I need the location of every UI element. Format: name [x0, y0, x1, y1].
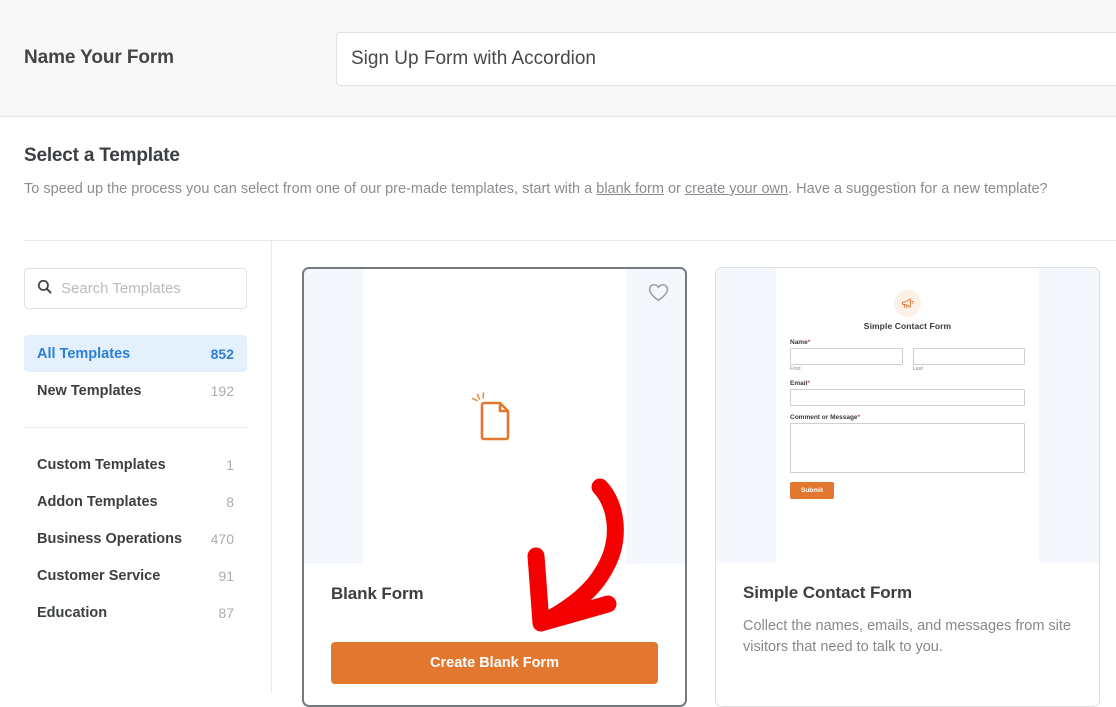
preview-message-textarea[interactable] [790, 423, 1025, 473]
form-name-input[interactable] [336, 32, 1116, 86]
card-preview-simple-contact-form: Simple Contact Form Name* First Last [716, 268, 1099, 563]
sidebar-item-count: 8 [226, 494, 234, 510]
preview-name-row: First Last [790, 348, 1025, 372]
preview-first-name-field[interactable] [790, 348, 903, 365]
card-title: Blank Form [331, 584, 658, 604]
preview-message-required: * [858, 414, 861, 421]
desc-text-1: To speed up the process you can select f… [24, 181, 596, 197]
sidebar-item-addon-templates[interactable]: Addon Templates 8 [24, 483, 247, 520]
sidebar-item-count: 87 [218, 605, 234, 621]
blank-form-sheet [363, 269, 626, 564]
desc-text-2: or [664, 181, 685, 197]
sidebar-item-label: Customer Service [37, 568, 160, 584]
preview-name-label: Name* [790, 339, 1025, 346]
sidebar-item-education[interactable]: Education 87 [24, 594, 247, 631]
search-templates-box[interactable] [24, 268, 247, 309]
contact-form-sheet: Simple Contact Form Name* First Last [776, 268, 1039, 563]
sidebar-item-count: 1 [226, 457, 234, 473]
create-your-own-link[interactable]: create your own [685, 181, 788, 197]
sidebar-item-label: All Templates [37, 346, 130, 362]
card-title: Simple Contact Form [743, 583, 1072, 603]
preview-email-label: Email* [790, 380, 1025, 387]
preview-last-sublabel: Last [913, 366, 1026, 372]
sidebar-item-label: Addon Templates [37, 494, 158, 510]
sidebar-item-label: Education [37, 605, 107, 621]
sidebar-item-label: Business Operations [37, 531, 182, 547]
blank-document-icon [464, 383, 526, 450]
sidebar-item-all-templates[interactable]: All Templates 852 [24, 335, 247, 372]
preview-submit-button[interactable]: Submit [790, 482, 834, 499]
sidebar-item-business-operations[interactable]: Business Operations 470 [24, 520, 247, 557]
preview-email-text: Email [790, 380, 807, 387]
sidebar-item-custom-templates[interactable]: Custom Templates 1 [24, 446, 247, 483]
search-input[interactable] [61, 280, 260, 297]
heart-outline-icon[interactable] [648, 283, 669, 302]
sidebar-divider [24, 427, 247, 428]
sidebar-item-new-templates[interactable]: New Templates 192 [24, 372, 247, 409]
desc-text-3: . Have a suggestion for a new template? [788, 181, 1048, 197]
template-card-simple-contact-form[interactable]: Simple Contact Form Name* First Last [715, 267, 1100, 707]
card-body-blank-form: Blank Form [304, 564, 685, 604]
sidebar-item-label: Custom Templates [37, 457, 166, 473]
preview-email-required: * [807, 380, 810, 387]
page-title: Select a Template [24, 145, 1092, 167]
preview-email-field[interactable] [790, 389, 1025, 406]
sidebar-item-customer-service[interactable]: Customer Service 91 [24, 557, 247, 594]
sidebar-item-label: New Templates [37, 383, 142, 399]
preview-name-text: Name [790, 339, 808, 346]
template-grid: Blank Form Create Blank Form [272, 241, 1116, 692]
card-description: Collect the names, emails, and messages … [743, 616, 1072, 657]
preview-first-sublabel: First [790, 366, 903, 372]
sidebar-item-count: 852 [211, 346, 234, 362]
preview-form-title: Simple Contact Form [790, 321, 1025, 331]
preview-name-required: * [808, 339, 811, 346]
name-your-form-label: Name Your Form [24, 47, 174, 69]
sidebar-item-count: 192 [211, 383, 234, 399]
create-blank-form-button[interactable]: Create Blank Form [331, 642, 658, 684]
category-list: All Templates 852 New Templates 192 Cust… [24, 335, 247, 631]
search-icon [37, 279, 52, 299]
form-name-header: Name Your Form [0, 0, 1116, 117]
preview-last-name-field[interactable] [913, 348, 1026, 365]
preview-icon-wrap [790, 290, 1025, 317]
card-preview-blank-form [304, 269, 685, 564]
section-description: To speed up the process you can select f… [24, 181, 1092, 197]
sidebar-item-count: 470 [211, 531, 234, 547]
card-body-simple-contact-form: Simple Contact Form Collect the names, e… [716, 563, 1099, 657]
sidebar-item-count: 91 [218, 568, 234, 584]
select-template-section: Select a Template To speed up the proces… [0, 117, 1116, 197]
template-card-blank-form[interactable]: Blank Form Create Blank Form [302, 267, 687, 707]
preview-message-text: Comment or Message [790, 414, 858, 421]
preview-message-label: Comment or Message* [790, 414, 1025, 421]
megaphone-icon [894, 290, 921, 317]
templates-sidebar: All Templates 852 New Templates 192 Cust… [0, 241, 272, 692]
blank-form-link[interactable]: blank form [596, 181, 664, 197]
